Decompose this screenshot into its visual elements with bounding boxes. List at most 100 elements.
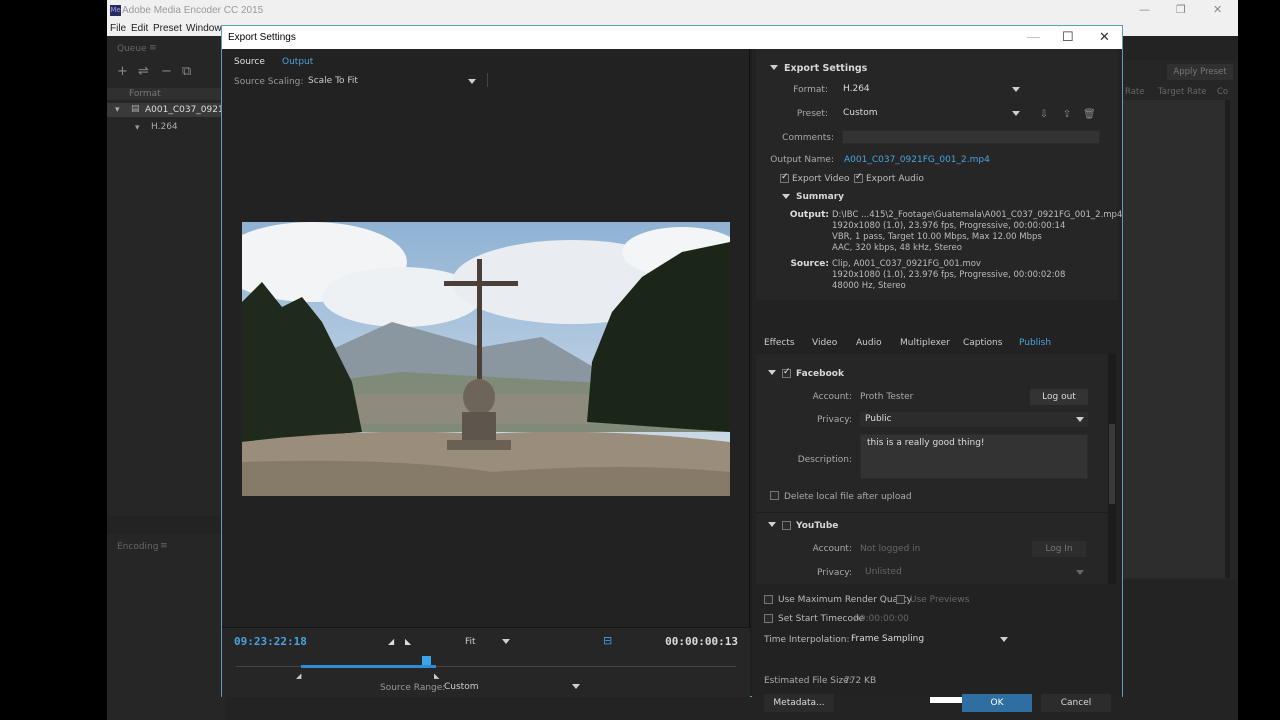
settings-pane: Export Settings Format: H.264 Preset: Cu… (752, 49, 1122, 712)
tab-video[interactable]: Video (812, 338, 837, 348)
export-video-checkbox[interactable] (780, 172, 789, 183)
facebook-account-label: Account: (812, 392, 852, 402)
menu-edit[interactable]: Edit (131, 23, 148, 34)
youtube-checkbox[interactable] (782, 521, 791, 530)
playhead-handle[interactable] (422, 656, 431, 665)
encoding-panel: Encoding ≡ (107, 534, 225, 720)
expand-icon[interactable]: ▾ (135, 123, 140, 133)
estimated-file-size-label: Estimated File Size: (764, 676, 852, 686)
tab-effects[interactable]: Effects (764, 338, 795, 348)
duplicate-icon[interactable]: ⧉ (182, 64, 191, 79)
minimize-icon[interactable]: — (1027, 29, 1040, 44)
set-start-timecode-checkbox[interactable] (764, 614, 773, 623)
set-in-point-icon[interactable]: ◢ (388, 637, 394, 646)
remove-icon[interactable]: − (161, 64, 172, 79)
summary-source-label: Source: (790, 259, 829, 269)
column-rate: Rate (1125, 87, 1145, 97)
summary-source-line: 1920x1080 (1.0), 23.976 fps, Progressive… (832, 270, 1066, 280)
queue-item-format[interactable]: H.264 (151, 122, 178, 132)
time-interpolation-value: Frame Sampling (851, 634, 925, 644)
queue-item[interactable]: ▾ ▤ A001_C037_0921 (107, 103, 225, 117)
tab-publish[interactable]: Publish (1019, 338, 1051, 348)
current-timecode[interactable]: 09:23:22:18 (234, 635, 307, 648)
aspect-ratio-icon[interactable]: ⊟ (603, 634, 612, 647)
description-text: this is a really good thing! (867, 438, 985, 448)
tab-source[interactable]: Source (234, 57, 265, 67)
max-render-quality-checkbox[interactable] (764, 595, 773, 604)
source-range-dropdown[interactable]: Custom (440, 680, 582, 694)
menu-icon[interactable]: ≡ (160, 541, 168, 551)
export-video-label: Export Video (792, 174, 850, 184)
collapse-icon[interactable] (768, 522, 776, 527)
tab-captions[interactable]: Captions (963, 338, 1002, 348)
settings-icon[interactable]: ⇌ (138, 64, 149, 79)
out-point-marker-icon[interactable]: ◣ (434, 672, 439, 680)
summary-output-line: AAC, 320 kbps, 48 kHz, Stereo (832, 243, 962, 253)
restore-icon[interactable]: ❐ (1176, 3, 1186, 16)
tab-multiplexer[interactable]: Multiplexer (900, 338, 950, 348)
queue-list-area (1122, 100, 1230, 578)
ok-button[interactable]: OK (962, 694, 1032, 712)
close-icon[interactable]: ✕ (1213, 3, 1222, 16)
set-out-point-icon[interactable]: ◣ (405, 637, 411, 646)
scrollbar-thumb[interactable] (1109, 424, 1115, 504)
menu-window[interactable]: Window (186, 23, 222, 34)
source-range-label: Source Range: (380, 683, 446, 693)
clip-icon: ▤ (131, 104, 140, 114)
add-icon[interactable]: + (117, 64, 128, 79)
preset-label: Preset: (796, 109, 828, 119)
duration-timecode: 00:00:00:13 (665, 635, 738, 648)
log-in-button[interactable]: Log In (1032, 541, 1086, 557)
tab-audio[interactable]: Audio (856, 338, 882, 348)
youtube-title: YouTube (796, 521, 839, 531)
time-interpolation-dropdown[interactable]: Frame Sampling (846, 632, 1010, 647)
apply-preset-button[interactable]: Apply Preset (1167, 64, 1233, 80)
chevron-down-icon (502, 639, 510, 644)
youtube-account-value: Not logged in (860, 544, 921, 554)
queue-label: Queue (117, 44, 147, 54)
minimize-icon[interactable]: — (1139, 3, 1150, 16)
description-textarea[interactable]: this is a really good thing! (860, 434, 1088, 479)
import-preset-icon[interactable]: ⇪ (1061, 109, 1073, 120)
in-point-marker-icon[interactable]: ◢ (296, 672, 301, 680)
save-preset-icon[interactable]: ⇩ (1038, 109, 1050, 120)
preset-dropdown[interactable]: Custom (838, 106, 1022, 121)
facebook-checkbox[interactable] (782, 367, 791, 378)
queue-column-header: Format (107, 88, 225, 100)
close-icon[interactable]: ✕ (1099, 29, 1110, 45)
delete-preset-icon[interactable]: 🗑 (1083, 109, 1096, 120)
summary-title: Summary (796, 192, 845, 202)
zoom-dropdown[interactable]: Fit (460, 635, 514, 649)
collapse-icon[interactable] (768, 370, 776, 375)
maximize-icon[interactable]: ☐ (1062, 29, 1074, 45)
format-dropdown[interactable]: H.264 (838, 82, 1022, 97)
collapse-icon[interactable] (770, 65, 778, 70)
cancel-button[interactable]: Cancel (1041, 694, 1111, 712)
start-timecode-value[interactable]: 00:00:00:00 (854, 614, 909, 624)
export-settings-title: Export Settings (784, 63, 868, 74)
tab-output[interactable]: Output (282, 57, 313, 67)
output-name-link[interactable]: A001_C037_0921FG_001_2.mp4 (844, 155, 990, 165)
publish-scrollbar[interactable] (1108, 354, 1116, 584)
log-out-button[interactable]: Log out (1030, 389, 1088, 405)
menu-file[interactable]: File (110, 23, 126, 34)
metadata-button[interactable]: Metadata... (764, 694, 834, 712)
youtube-privacy-dropdown[interactable]: Unlisted (860, 565, 1088, 580)
source-scaling-dropdown[interactable]: Scale To Fit (306, 74, 478, 89)
collapse-icon[interactable] (782, 194, 790, 199)
export-audio-checkbox[interactable] (854, 172, 863, 183)
column-co: Co (1217, 87, 1229, 97)
expand-icon[interactable]: ▾ (115, 105, 120, 115)
facebook-privacy-dropdown[interactable]: Public (860, 412, 1088, 427)
menu-preset[interactable]: Preset (153, 23, 182, 34)
chevron-down-icon (572, 684, 580, 689)
delete-local-checkbox[interactable] (770, 491, 779, 500)
estimated-file-size-value: 772 KB (844, 676, 877, 686)
use-previews-checkbox[interactable] (896, 595, 905, 604)
menu-icon[interactable]: ≡ (149, 43, 157, 53)
settings-tabs: Effects Video Audio Multiplexer Captions… (756, 334, 1118, 354)
work-area-range[interactable] (301, 665, 436, 668)
export-settings-dialog: Export Settings — ☐ ✕ Source Output Sour… (221, 25, 1123, 712)
comments-input[interactable] (842, 130, 1100, 144)
chevron-down-icon (1076, 570, 1084, 575)
